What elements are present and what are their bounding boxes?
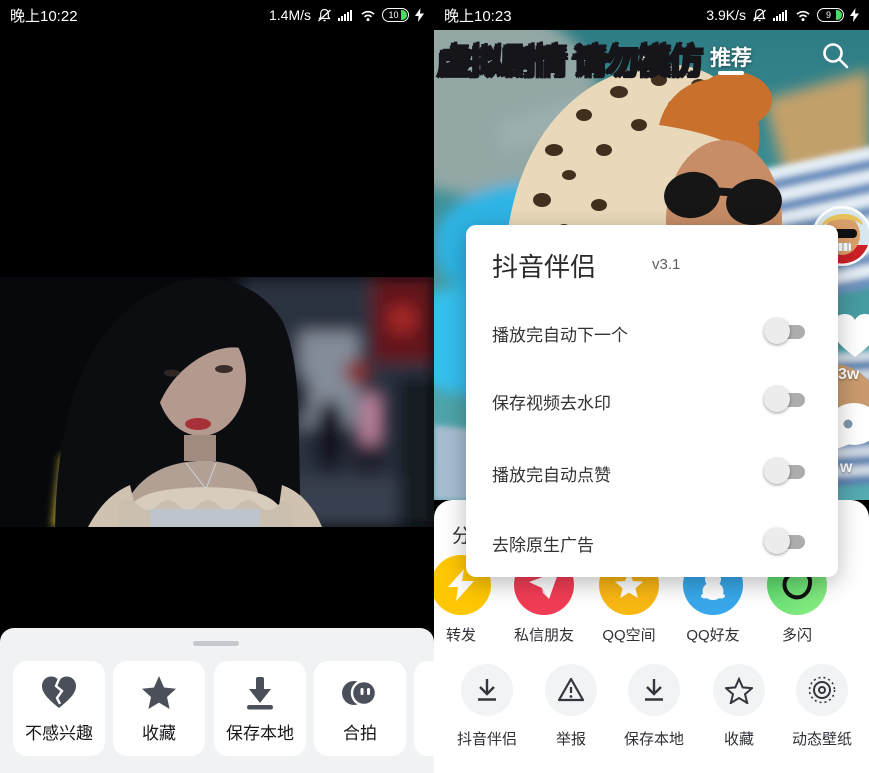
dialog-title: 抖音伴侣 <box>492 247 596 284</box>
net-speed: 3.9K/s <box>706 7 746 23</box>
star-icon <box>140 675 178 711</box>
dual-screenshot-stage: 晚上10:22 1.4M/s <box>0 0 869 773</box>
broken-heart-icon <box>40 675 78 711</box>
live-wallpaper-icon <box>807 675 837 705</box>
option-label: 保存视频去水印 <box>492 389 611 414</box>
right-screenshot: 晚上10:23 3.9K/s <box>434 0 869 773</box>
tab-underline <box>718 71 744 75</box>
signal-icon <box>338 9 354 22</box>
action-label: 举报 <box>526 728 616 749</box>
right-status-bar: 晚上10:23 3.9K/s <box>434 0 869 30</box>
battery-icon: 10 <box>382 8 409 22</box>
card-label: 保存本地 <box>214 719 306 744</box>
left-action-sheet: 不感兴趣 收藏 保存本地 <box>0 628 434 773</box>
duet-icon <box>340 675 380 711</box>
battery-icon: 9 <box>817 8 844 22</box>
toggle-remove-ads[interactable] <box>764 527 806 555</box>
mute-bell-icon <box>317 8 332 23</box>
card-save-local[interactable]: 保存本地 <box>214 661 306 756</box>
action-douyin-companion-button[interactable] <box>461 664 513 716</box>
option-row-remove-ads: 去除原生广告 <box>492 527 812 557</box>
video-caption-overlay: 虚拟剧情 请勿模仿 <box>437 34 737 83</box>
option-row-auto-next: 播放完自动下一个 <box>492 317 812 347</box>
tab-recommend[interactable]: 推荐 <box>710 42 752 72</box>
clock: 晚上10:23 <box>444 5 512 26</box>
card-label: 合拍 <box>314 719 406 744</box>
wifi-icon <box>795 9 811 22</box>
douyin-companion-dialog: 抖音伴侣 v3.1 播放完自动下一个 保存视频去水印 播放完自动点赞 去除原生广… <box>466 225 838 577</box>
left-video-surface[interactable] <box>0 277 434 527</box>
toggle-auto-next[interactable] <box>764 317 806 345</box>
option-row-save-no-watermark: 保存视频去水印 <box>492 385 812 415</box>
comment-count: w <box>840 459 852 477</box>
action-save-local-button[interactable] <box>628 664 680 716</box>
card-label: 收藏 <box>113 719 205 744</box>
card-duet[interactable]: 合拍 <box>314 661 406 756</box>
card-favorite[interactable]: 收藏 <box>113 661 205 756</box>
share-label: 转发 <box>434 624 506 645</box>
card-label: 不感兴趣 <box>13 719 105 744</box>
toggle-save-no-watermark[interactable] <box>764 385 806 413</box>
dialog-version: v3.1 <box>652 256 680 273</box>
signal-icon <box>773 9 789 22</box>
option-row-auto-like: 播放完自动点赞 <box>492 457 812 487</box>
like-count: 3w <box>838 366 859 384</box>
download-arrow-icon <box>641 677 667 703</box>
net-speed: 1.4M/s <box>269 7 311 23</box>
card-not-interested[interactable]: 不感兴趣 <box>13 661 105 756</box>
star-outline-icon <box>725 677 753 704</box>
warning-triangle-icon <box>557 677 585 703</box>
charging-bolt-icon <box>850 8 859 22</box>
mute-bell-icon <box>752 8 767 23</box>
option-label: 播放完自动点赞 <box>492 461 611 486</box>
download-arrow-icon <box>241 675 279 711</box>
card-partial[interactable] <box>414 661 434 756</box>
share-label: 多闪 <box>752 624 842 645</box>
charging-bolt-icon <box>415 8 424 22</box>
action-favorite-button[interactable] <box>713 664 765 716</box>
sheet-drag-handle[interactable] <box>193 641 239 646</box>
action-label: 动态壁纸 <box>777 728 867 749</box>
left-screenshot: 晚上10:22 1.4M/s <box>0 0 434 773</box>
share-label: QQ好友 <box>668 624 758 645</box>
share-label: 私信朋友 <box>499 624 589 645</box>
search-icon[interactable] <box>820 40 852 72</box>
toggle-auto-like[interactable] <box>764 457 806 485</box>
download-arrow-icon <box>474 677 500 703</box>
action-live-wallpaper-button[interactable] <box>796 664 848 716</box>
wifi-icon <box>360 9 376 22</box>
action-label: 保存本地 <box>609 728 699 749</box>
clock: 晚上10:22 <box>10 5 78 26</box>
action-label: 收藏 <box>694 728 784 749</box>
action-report-button[interactable] <box>545 664 597 716</box>
action-label: 抖音伴侣 <box>442 728 532 749</box>
left-status-bar: 晚上10:22 1.4M/s <box>0 0 434 30</box>
option-label: 去除原生广告 <box>492 531 594 556</box>
share-label: QQ空间 <box>584 624 674 645</box>
option-label: 播放完自动下一个 <box>492 321 628 346</box>
